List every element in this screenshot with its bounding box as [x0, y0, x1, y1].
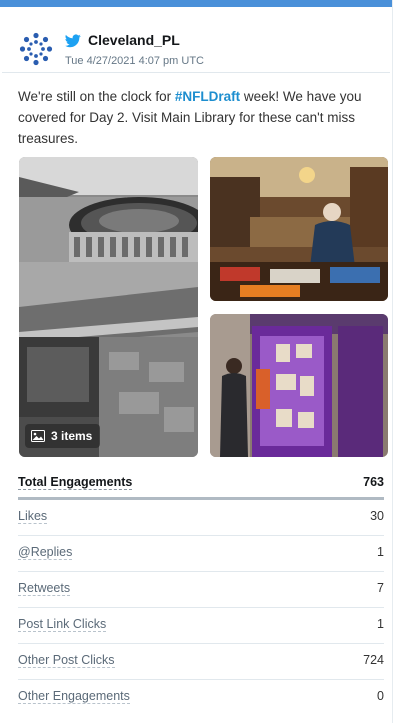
tweet-card: Cleveland_PL Tue 4/27/2021 4:07 pm UTC W…: [0, 0, 393, 723]
tweet-text: We're still on the clock for #NFLDraft w…: [0, 73, 392, 148]
stat-label[interactable]: Likes: [18, 509, 48, 524]
images-icon: [31, 430, 45, 442]
exhibit-case-photo: [210, 314, 388, 457]
engagement-stats: Total Engagements 763 Likes 30 @Replies …: [0, 472, 392, 715]
stat-label[interactable]: Retweets: [18, 581, 71, 596]
stat-label[interactable]: Other Engagements: [18, 689, 130, 704]
media-image-library-reading-room[interactable]: [210, 157, 388, 301]
stat-label[interactable]: @Replies: [18, 545, 73, 560]
hashtag-link[interactable]: #NFLDraft: [175, 89, 240, 104]
library-reading-photo: [210, 157, 388, 301]
stat-value: 1: [377, 617, 384, 631]
stat-row-other-engagements: Other Engagements 0: [18, 680, 384, 715]
account-name[interactable]: Cleveland_PL: [88, 32, 180, 48]
stat-label[interactable]: Other Post Clicks: [18, 653, 115, 668]
tweet-text-start: We're still on the clock for: [18, 89, 175, 104]
stadium-aerial-photo: [19, 157, 198, 457]
media-count-badge[interactable]: 3 items: [25, 424, 101, 448]
stat-value: 7: [377, 581, 384, 595]
stat-value: 724: [363, 653, 384, 667]
accent-bar: [0, 0, 392, 7]
media-grid: 3 items: [0, 148, 392, 459]
stat-row-retweets: Retweets 7: [18, 572, 384, 608]
library-logo-icon[interactable]: [19, 32, 53, 66]
stat-value: 763: [363, 475, 384, 489]
stat-label[interactable]: Post Link Clicks: [18, 617, 107, 632]
stat-row-post-link-clicks: Post Link Clicks 1: [18, 608, 384, 644]
tweet-timestamp: Tue 4/27/2021 4:07 pm UTC: [65, 55, 205, 67]
twitter-bird-icon: [65, 34, 81, 48]
stat-row-replies: @Replies 1: [18, 536, 384, 572]
media-count-label: 3 items: [51, 429, 93, 443]
stat-value: 1: [377, 545, 384, 559]
stat-row-likes: Likes 30: [18, 500, 384, 536]
tweet-header: Cleveland_PL Tue 4/27/2021 4:07 pm UTC: [0, 7, 392, 72]
stat-value: 30: [370, 509, 384, 523]
stat-label[interactable]: Total Engagements: [18, 475, 133, 490]
media-image-exhibit-case[interactable]: [210, 314, 388, 457]
stat-row-other-post-clicks: Other Post Clicks 724: [18, 644, 384, 680]
stat-value: 0: [377, 689, 384, 703]
media-image-stadium[interactable]: [19, 157, 198, 457]
stat-row-total-engagements: Total Engagements 763: [18, 472, 384, 500]
